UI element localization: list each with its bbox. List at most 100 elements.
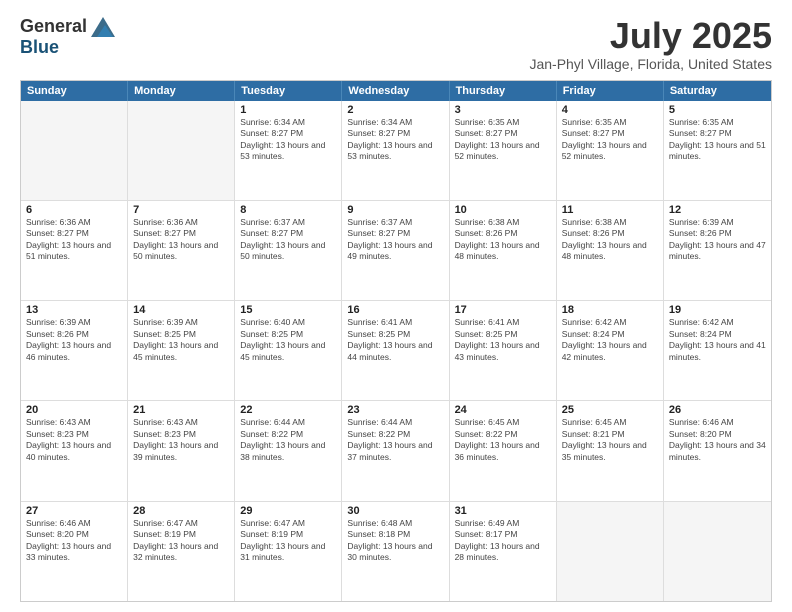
weekday-header-tuesday: Tuesday bbox=[235, 81, 342, 101]
calendar-cell: 13Sunrise: 6:39 AMSunset: 8:26 PMDayligh… bbox=[21, 301, 128, 400]
calendar-row-5: 27Sunrise: 6:46 AMSunset: 8:20 PMDayligh… bbox=[21, 501, 771, 601]
day-number: 29 bbox=[240, 505, 336, 517]
day-info: Sunrise: 6:35 AMSunset: 8:27 PMDaylight:… bbox=[562, 117, 658, 163]
day-number: 12 bbox=[669, 204, 766, 216]
logo-icon bbox=[91, 17, 115, 37]
day-info: Sunrise: 6:39 AMSunset: 8:25 PMDaylight:… bbox=[133, 317, 229, 363]
day-info: Sunrise: 6:43 AMSunset: 8:23 PMDaylight:… bbox=[26, 417, 122, 463]
day-number: 9 bbox=[347, 204, 443, 216]
calendar-cell: 20Sunrise: 6:43 AMSunset: 8:23 PMDayligh… bbox=[21, 401, 128, 500]
day-number: 11 bbox=[562, 204, 658, 216]
day-number: 15 bbox=[240, 304, 336, 316]
calendar-row-1: 1 Sunrise: 6:34 AMSunset: 8:27 PMDaylight… bbox=[21, 101, 771, 200]
calendar-cell: 23Sunrise: 6:44 AMSunset: 8:22 PMDayligh… bbox=[342, 401, 449, 500]
calendar-cell: 19Sunrise: 6:42 AMSunset: 8:24 PMDayligh… bbox=[664, 301, 771, 400]
day-number: 27 bbox=[26, 505, 122, 517]
day-info: Sunrise: 6:42 AMSunset: 8:24 PMDaylight:… bbox=[669, 317, 766, 363]
day-info: Sunrise: 6:46 AMSunset: 8:20 PMDaylight:… bbox=[26, 518, 122, 564]
calendar-row-3: 13Sunrise: 6:39 AMSunset: 8:26 PMDayligh… bbox=[21, 300, 771, 400]
day-info: Sunrise: 6:37 AMSunset: 8:27 PMDaylight:… bbox=[240, 217, 336, 263]
calendar-cell: 3Sunrise: 6:35 AMSunset: 8:27 PMDaylight… bbox=[450, 101, 557, 200]
day-info: Sunrise: 6:48 AMSunset: 8:18 PMDaylight:… bbox=[347, 518, 443, 564]
day-info: Sunrise: 6:39 AMSunset: 8:26 PMDaylight:… bbox=[669, 217, 766, 263]
day-number: 7 bbox=[133, 204, 229, 216]
calendar-cell: 14Sunrise: 6:39 AMSunset: 8:25 PMDayligh… bbox=[128, 301, 235, 400]
calendar-cell: 29Sunrise: 6:47 AMSunset: 8:19 PMDayligh… bbox=[235, 502, 342, 601]
page: General Blue July 2025 Jan-Phyl Village,… bbox=[0, 0, 792, 612]
calendar-cell: 7Sunrise: 6:36 AMSunset: 8:27 PMDaylight… bbox=[128, 201, 235, 300]
calendar-cell: 30Sunrise: 6:48 AMSunset: 8:18 PMDayligh… bbox=[342, 502, 449, 601]
day-number: 17 bbox=[455, 304, 551, 316]
calendar-cell: 9Sunrise: 6:37 AMSunset: 8:27 PMDaylight… bbox=[342, 201, 449, 300]
day-info: Sunrise: 6:38 AMSunset: 8:26 PMDaylight:… bbox=[455, 217, 551, 263]
day-number: 19 bbox=[669, 304, 766, 316]
calendar-cell: 21Sunrise: 6:43 AMSunset: 8:23 PMDayligh… bbox=[128, 401, 235, 500]
day-number: 6 bbox=[26, 204, 122, 216]
calendar-cell: 26Sunrise: 6:46 AMSunset: 8:20 PMDayligh… bbox=[664, 401, 771, 500]
calendar-cell: 5Sunrise: 6:35 AMSunset: 8:27 PMDaylight… bbox=[664, 101, 771, 200]
weekday-header-wednesday: Wednesday bbox=[342, 81, 449, 101]
day-number: 16 bbox=[347, 304, 443, 316]
weekday-header-saturday: Saturday bbox=[664, 81, 771, 101]
day-number: 24 bbox=[455, 404, 551, 416]
calendar-cell: 28Sunrise: 6:47 AMSunset: 8:19 PMDayligh… bbox=[128, 502, 235, 601]
day-info: Sunrise: 6:47 AMSunset: 8:19 PMDaylight:… bbox=[240, 518, 336, 564]
day-info: Sunrise: 6:36 AMSunset: 8:27 PMDaylight:… bbox=[26, 217, 122, 263]
day-info: Sunrise: 6:41 AMSunset: 8:25 PMDaylight:… bbox=[455, 317, 551, 363]
day-number: 21 bbox=[133, 404, 229, 416]
calendar-cell: 6Sunrise: 6:36 AMSunset: 8:27 PMDaylight… bbox=[21, 201, 128, 300]
day-info: Sunrise: 6:42 AMSunset: 8:24 PMDaylight:… bbox=[562, 317, 658, 363]
day-number: 3 bbox=[455, 104, 551, 116]
month-title: July 2025 bbox=[529, 16, 772, 56]
calendar-cell: 27Sunrise: 6:46 AMSunset: 8:20 PMDayligh… bbox=[21, 502, 128, 601]
day-number: 5 bbox=[669, 104, 766, 116]
day-number: 4 bbox=[562, 104, 658, 116]
weekday-header-sunday: Sunday bbox=[21, 81, 128, 101]
calendar-cell: 22Sunrise: 6:44 AMSunset: 8:22 PMDayligh… bbox=[235, 401, 342, 500]
day-info: Sunrise: 6:34 AMSunset: 8:27 PMDaylight:… bbox=[347, 117, 443, 163]
day-number: 26 bbox=[669, 404, 766, 416]
calendar-cell: 17Sunrise: 6:41 AMSunset: 8:25 PMDayligh… bbox=[450, 301, 557, 400]
calendar-cell: 11Sunrise: 6:38 AMSunset: 8:26 PMDayligh… bbox=[557, 201, 664, 300]
calendar-header: SundayMondayTuesdayWednesdayThursdayFrid… bbox=[21, 81, 771, 101]
calendar-cell bbox=[664, 502, 771, 601]
day-info: Sunrise: 6:44 AMSunset: 8:22 PMDaylight:… bbox=[347, 417, 443, 463]
day-info: Sunrise: 6:49 AMSunset: 8:17 PMDaylight:… bbox=[455, 518, 551, 564]
calendar-cell bbox=[557, 502, 664, 601]
day-number: 22 bbox=[240, 404, 336, 416]
calendar-cell: 2Sunrise: 6:34 AMSunset: 8:27 PMDaylight… bbox=[342, 101, 449, 200]
day-info: Sunrise: 6:45 AMSunset: 8:21 PMDaylight:… bbox=[562, 417, 658, 463]
calendar: SundayMondayTuesdayWednesdayThursdayFrid… bbox=[20, 80, 772, 602]
logo: General Blue bbox=[20, 16, 115, 58]
calendar-cell: 12Sunrise: 6:39 AMSunset: 8:26 PMDayligh… bbox=[664, 201, 771, 300]
calendar-cell bbox=[128, 101, 235, 200]
day-info: Sunrise: 6:35 AMSunset: 8:27 PMDaylight:… bbox=[669, 117, 766, 163]
calendar-cell: 18Sunrise: 6:42 AMSunset: 8:24 PMDayligh… bbox=[557, 301, 664, 400]
calendar-cell bbox=[21, 101, 128, 200]
day-number: 18 bbox=[562, 304, 658, 316]
title-block: July 2025 Jan-Phyl Village, Florida, Uni… bbox=[529, 16, 772, 72]
weekday-header-friday: Friday bbox=[557, 81, 664, 101]
day-number: 13 bbox=[26, 304, 122, 316]
day-info: Sunrise: 6:45 AMSunset: 8:22 PMDaylight:… bbox=[455, 417, 551, 463]
day-number: 10 bbox=[455, 204, 551, 216]
day-info: Sunrise: 6:39 AMSunset: 8:26 PMDaylight:… bbox=[26, 317, 122, 363]
day-info: Sunrise: 6:40 AMSunset: 8:25 PMDaylight:… bbox=[240, 317, 336, 363]
logo-blue-text: Blue bbox=[20, 37, 59, 58]
calendar-row-2: 6Sunrise: 6:36 AMSunset: 8:27 PMDaylight… bbox=[21, 200, 771, 300]
day-info: Sunrise: 6:35 AMSunset: 8:27 PMDaylight:… bbox=[455, 117, 551, 163]
calendar-cell: 24Sunrise: 6:45 AMSunset: 8:22 PMDayligh… bbox=[450, 401, 557, 500]
calendar-cell: 16Sunrise: 6:41 AMSunset: 8:25 PMDayligh… bbox=[342, 301, 449, 400]
logo-general-text: General bbox=[20, 16, 87, 37]
calendar-body: 1 Sunrise: 6:34 AMSunset: 8:27 PMDaylight… bbox=[21, 101, 771, 601]
day-info: Sunrise: 6:37 AMSunset: 8:27 PMDaylight:… bbox=[347, 217, 443, 263]
calendar-cell: 31Sunrise: 6:49 AMSunset: 8:17 PMDayligh… bbox=[450, 502, 557, 601]
calendar-cell: 8Sunrise: 6:37 AMSunset: 8:27 PMDaylight… bbox=[235, 201, 342, 300]
calendar-cell: 10Sunrise: 6:38 AMSunset: 8:26 PMDayligh… bbox=[450, 201, 557, 300]
day-number: 1 bbox=[240, 104, 336, 116]
day-info: Sunrise: 6:47 AMSunset: 8:19 PMDaylight:… bbox=[133, 518, 229, 564]
location-title: Jan-Phyl Village, Florida, United States bbox=[529, 56, 772, 72]
day-info: Sunrise: 6:43 AMSunset: 8:23 PMDaylight:… bbox=[133, 417, 229, 463]
day-number: 14 bbox=[133, 304, 229, 316]
calendar-cell: 4Sunrise: 6:35 AMSunset: 8:27 PMDaylight… bbox=[557, 101, 664, 200]
